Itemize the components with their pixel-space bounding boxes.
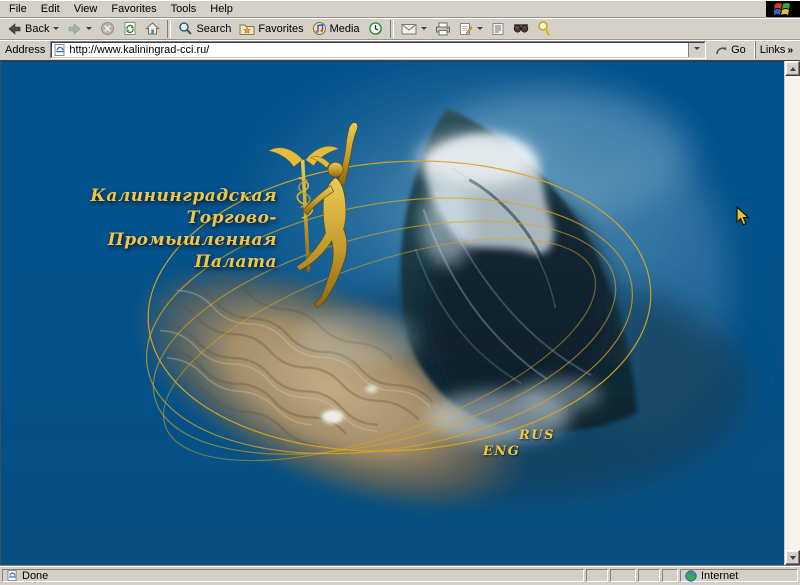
ie-page-icon (7, 570, 18, 581)
toolbar-separator (390, 20, 394, 38)
zone-text: Internet (701, 570, 738, 582)
refresh-icon (123, 21, 137, 36)
forward-dropdown-icon[interactable] (86, 27, 92, 33)
back-label: Back (25, 23, 49, 35)
browser-window: File Edit View Favorites Tools Help Back (0, 0, 800, 585)
org-title: Калининградская Торгово- Промышленная Па… (90, 185, 277, 273)
mail-icon (401, 23, 417, 35)
back-dropdown-icon[interactable] (53, 27, 59, 33)
discuss-button[interactable] (487, 18, 509, 39)
home-button[interactable] (141, 18, 164, 39)
org-title-line: Торгово- (90, 207, 277, 229)
lang-link-rus[interactable]: RUS (519, 428, 555, 443)
chevron-down-icon (694, 47, 700, 53)
status-pane (662, 569, 678, 582)
back-arrow-icon (7, 22, 22, 36)
stop-button[interactable] (96, 18, 119, 39)
status-pane (586, 569, 608, 582)
globe-icon (685, 570, 697, 582)
favorites-button[interactable]: Favorites (235, 18, 307, 39)
address-label: Address (5, 44, 45, 56)
scroll-up-button[interactable] (785, 61, 800, 76)
home-icon (145, 21, 160, 36)
windows-flag-icon (766, 1, 800, 17)
arrow-down-icon (790, 556, 796, 563)
links-label: Links (760, 44, 786, 56)
toolbar-separator (167, 20, 171, 38)
page-content: Калининградская Торгово- Промышленная Па… (0, 61, 800, 565)
links-button[interactable]: Links » (755, 41, 797, 59)
menu-bar: File Edit View Favorites Tools Help (0, 0, 800, 18)
menu-favorites[interactable]: Favorites (104, 2, 163, 16)
print-button[interactable] (431, 18, 455, 39)
forward-arrow-icon (67, 22, 82, 36)
sea-collage-image (0, 61, 784, 565)
ie-page-icon (54, 44, 66, 56)
lang-link-eng[interactable]: ENG (483, 444, 520, 459)
org-title-line: Палата (90, 251, 277, 273)
go-label: Go (731, 44, 746, 56)
status-text: Done (22, 570, 48, 582)
print-icon (435, 22, 451, 36)
mail-dropdown-icon[interactable] (421, 27, 427, 33)
address-dropdown-button[interactable] (688, 43, 704, 57)
media-label: Media (330, 23, 360, 35)
media-button[interactable]: Media (308, 18, 364, 39)
messenger-button[interactable] (509, 18, 533, 39)
discuss-icon (491, 22, 505, 36)
org-title-line: Промышленная (90, 229, 277, 251)
address-bar: Address Go Links » (0, 40, 800, 61)
research-button[interactable] (533, 18, 555, 39)
go-icon (715, 44, 729, 57)
arrow-up-icon (790, 64, 796, 71)
go-button[interactable]: Go (711, 41, 750, 59)
refresh-button[interactable] (119, 18, 141, 39)
links-chevron-icon: » (787, 45, 793, 56)
page-artwork: Калининградская Торгово- Промышленная Па… (0, 61, 784, 565)
status-bar: Done Internet (0, 565, 800, 585)
org-title-line: Калининградская (90, 185, 277, 207)
edit-icon (459, 22, 473, 36)
scroll-down-button[interactable] (785, 550, 800, 565)
mail-button[interactable] (397, 18, 431, 39)
status-pane (638, 569, 660, 582)
forward-button[interactable] (63, 18, 96, 39)
edit-button[interactable] (455, 18, 487, 39)
messenger-icon (513, 23, 529, 34)
search-button[interactable]: Search (174, 18, 235, 39)
menu-file[interactable]: File (2, 2, 34, 16)
menu-view[interactable]: View (67, 2, 105, 16)
address-field (50, 41, 706, 59)
menu-edit[interactable]: Edit (34, 2, 67, 16)
status-pane (610, 569, 636, 582)
menu-help[interactable]: Help (203, 2, 240, 16)
favorites-icon (239, 22, 255, 36)
history-button[interactable] (364, 18, 387, 39)
stop-icon (100, 21, 115, 36)
search-label: Search (196, 23, 231, 35)
research-icon (537, 21, 551, 37)
media-icon (312, 21, 327, 36)
back-button[interactable]: Back (3, 18, 63, 39)
menu-tools[interactable]: Tools (164, 2, 204, 16)
history-icon (368, 21, 383, 36)
status-message-pane: Done (2, 569, 584, 582)
favorites-label: Favorites (258, 23, 303, 35)
edit-dropdown-icon[interactable] (477, 27, 483, 33)
vertical-scrollbar[interactable] (784, 61, 800, 565)
search-icon (178, 21, 193, 36)
address-input[interactable] (69, 44, 685, 56)
security-zone-pane: Internet (680, 569, 798, 582)
toolbar: Back Search Favorites Media (0, 18, 800, 40)
